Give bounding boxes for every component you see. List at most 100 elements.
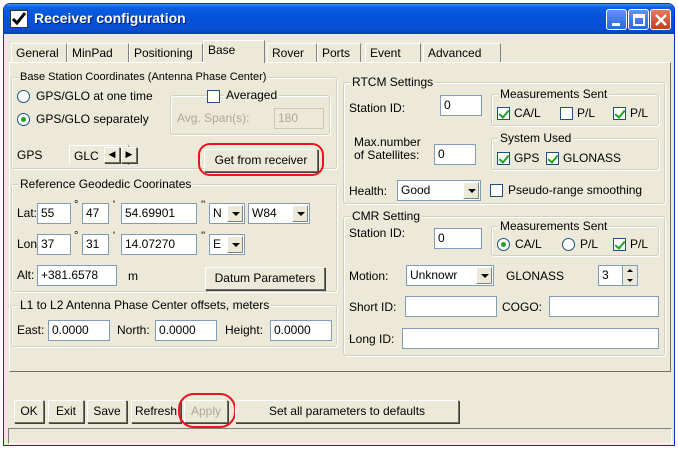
ok-button[interactable]: OK: [14, 400, 44, 423]
lat-seconds-input[interactable]: 54.69901: [121, 203, 197, 224]
health-label: Health:: [349, 184, 388, 198]
lat-hemisphere-select[interactable]: N: [209, 203, 245, 224]
close-button[interactable]: [650, 9, 671, 30]
height-label: Height:: [225, 323, 264, 337]
datum-parameters-button[interactable]: Datum Parameters: [205, 267, 325, 290]
datum-select[interactable]: W84: [248, 203, 310, 224]
system-used-legend: System Used: [498, 131, 574, 145]
east-input[interactable]: 0.0000: [48, 320, 110, 341]
cogo-label: COGO:: [502, 300, 543, 314]
tab-positioning[interactable]: Positioning: [129, 43, 203, 62]
sub-tab-glo-label: GLC: [74, 149, 99, 163]
long-id-input[interactable]: [402, 328, 659, 349]
sub-tab-scroll-left[interactable]: ◀: [104, 147, 120, 163]
lon-hemisphere-select[interactable]: E: [209, 234, 245, 255]
tab-label: Positioning: [134, 46, 193, 60]
cogo-input[interactable]: [549, 296, 659, 317]
max-satellites-input[interactable]: 0: [434, 144, 476, 165]
app-check-icon: [10, 10, 28, 28]
title-bar[interactable]: Receiver configuration: [4, 4, 674, 34]
status-bar: [8, 428, 672, 444]
tab-rover[interactable]: Rover: [267, 43, 317, 62]
motion-value: Unknowr: [410, 268, 458, 282]
averaged-checkbox[interactable]: [207, 90, 220, 103]
max-sat-label-2: of Satellites:: [354, 148, 420, 162]
exit-button[interactable]: Exit: [48, 400, 84, 423]
rtcm-p-l1-checkbox[interactable]: [560, 107, 573, 120]
cmr-station-id-input[interactable]: 0: [434, 228, 482, 249]
rtcm-p-l2-checkbox[interactable]: [613, 107, 626, 120]
cmr-ca-l-label: CA/L: [515, 237, 542, 251]
tab-base[interactable]: Base: [203, 40, 265, 63]
averaged-label: Averaged: [224, 88, 280, 102]
tab-strip: General MinPad Positioning Base Rover Po…: [9, 39, 669, 63]
maximize-button[interactable]: [628, 9, 649, 30]
offsets-legend: L1 to L2 Antenna Phase Center offsets, m…: [18, 298, 272, 312]
min-mark: ': [113, 230, 116, 242]
pseudo-range-checkbox[interactable]: [490, 184, 503, 197]
base-station-legend: Base Station Coordinates (Antenna Phase …: [18, 70, 269, 84]
lon-degrees-input[interactable]: 37: [37, 234, 71, 255]
rtcm-ca-l-checkbox[interactable]: [497, 107, 510, 120]
receiver-config-window: Receiver configuration General MinPad Po…: [3, 3, 675, 446]
geodetic-legend: Reference Geodedic Coorinates: [18, 177, 194, 191]
maximize-icon: [633, 14, 645, 26]
alt-input[interactable]: +381.6578: [37, 265, 117, 286]
tab-ports[interactable]: Ports: [317, 43, 361, 62]
radio-gps-glo-separately[interactable]: [17, 113, 30, 126]
sec-mark: '': [201, 230, 206, 242]
avg-span-input[interactable]: 180: [274, 108, 324, 129]
cmr-p-l1-radio[interactable]: [562, 238, 575, 251]
tab-event[interactable]: Event: [365, 43, 421, 62]
minimize-button[interactable]: [606, 9, 627, 30]
cmr-p-l2-label: P/L: [630, 238, 649, 251]
radio-gps-glo-separately-label: GPS/GLO separately: [36, 112, 149, 126]
cmr-glonass-input[interactable]: 3: [598, 265, 624, 286]
radio-gps-glo-one-time[interactable]: [17, 90, 30, 103]
chevron-down-icon: [292, 205, 308, 222]
refresh-button[interactable]: Refresh: [131, 400, 181, 423]
glonass-checkbox[interactable]: [546, 152, 559, 165]
tab-general[interactable]: General: [11, 43, 67, 62]
health-select[interactable]: Good: [397, 180, 481, 201]
motion-select[interactable]: Unknowr: [406, 265, 494, 286]
short-id-input[interactable]: [405, 296, 497, 317]
rtcm-station-id-input[interactable]: 0: [440, 95, 482, 116]
rtcm-ca-l-label: CA/L: [514, 106, 541, 120]
north-input[interactable]: 0.0000: [155, 320, 217, 341]
tab-advanced[interactable]: Advanced: [423, 43, 501, 62]
height-input[interactable]: 0.0000: [270, 320, 332, 341]
cmr-ca-l-radio[interactable]: [497, 238, 510, 251]
lat-degrees-input[interactable]: 55: [37, 203, 71, 224]
save-button[interactable]: Save: [87, 400, 127, 423]
east-label: East:: [17, 323, 45, 337]
minimize-icon: [612, 23, 620, 26]
window-title: Receiver configuration: [34, 10, 186, 26]
gps-checkbox[interactable]: [497, 152, 510, 165]
cmr-p-l2-checkbox[interactable]: [613, 238, 626, 251]
rtcm-legend: RTCM Settings: [350, 75, 436, 89]
short-id-label: Short ID:: [349, 300, 397, 314]
north-label: North:: [117, 323, 150, 337]
lon-minutes-input[interactable]: 31: [82, 234, 109, 255]
set-defaults-button[interactable]: Set all parameters to defaults: [235, 400, 459, 423]
tab-minpad[interactable]: MinPad: [67, 43, 129, 62]
health-value: Good: [401, 183, 431, 197]
sub-tab-gps[interactable]: GPS: [17, 149, 42, 162]
lat-hemisphere-value: N: [213, 206, 222, 220]
chevron-down-icon: [463, 182, 479, 199]
gps-label: GPS: [514, 151, 540, 165]
min-mark: ': [113, 199, 116, 211]
long-id-label: Long ID:: [349, 332, 395, 346]
glonass-label: GLONASS: [563, 152, 622, 165]
rtcm-p-l2-label: P/L: [630, 107, 649, 120]
cmr-glonass-label: GLONASS: [506, 269, 565, 283]
cmr-glonass-spinner[interactable]: [622, 265, 638, 286]
lon-seconds-input[interactable]: 14.07270: [121, 234, 197, 255]
chevron-down-icon: [476, 267, 492, 284]
sub-tab-scroll-right[interactable]: ▶: [121, 147, 137, 163]
motion-label: Motion:: [349, 269, 389, 283]
tab-label: Event: [370, 46, 401, 60]
tab-label: MinPad: [72, 46, 113, 60]
lat-minutes-input[interactable]: 47: [82, 203, 109, 224]
